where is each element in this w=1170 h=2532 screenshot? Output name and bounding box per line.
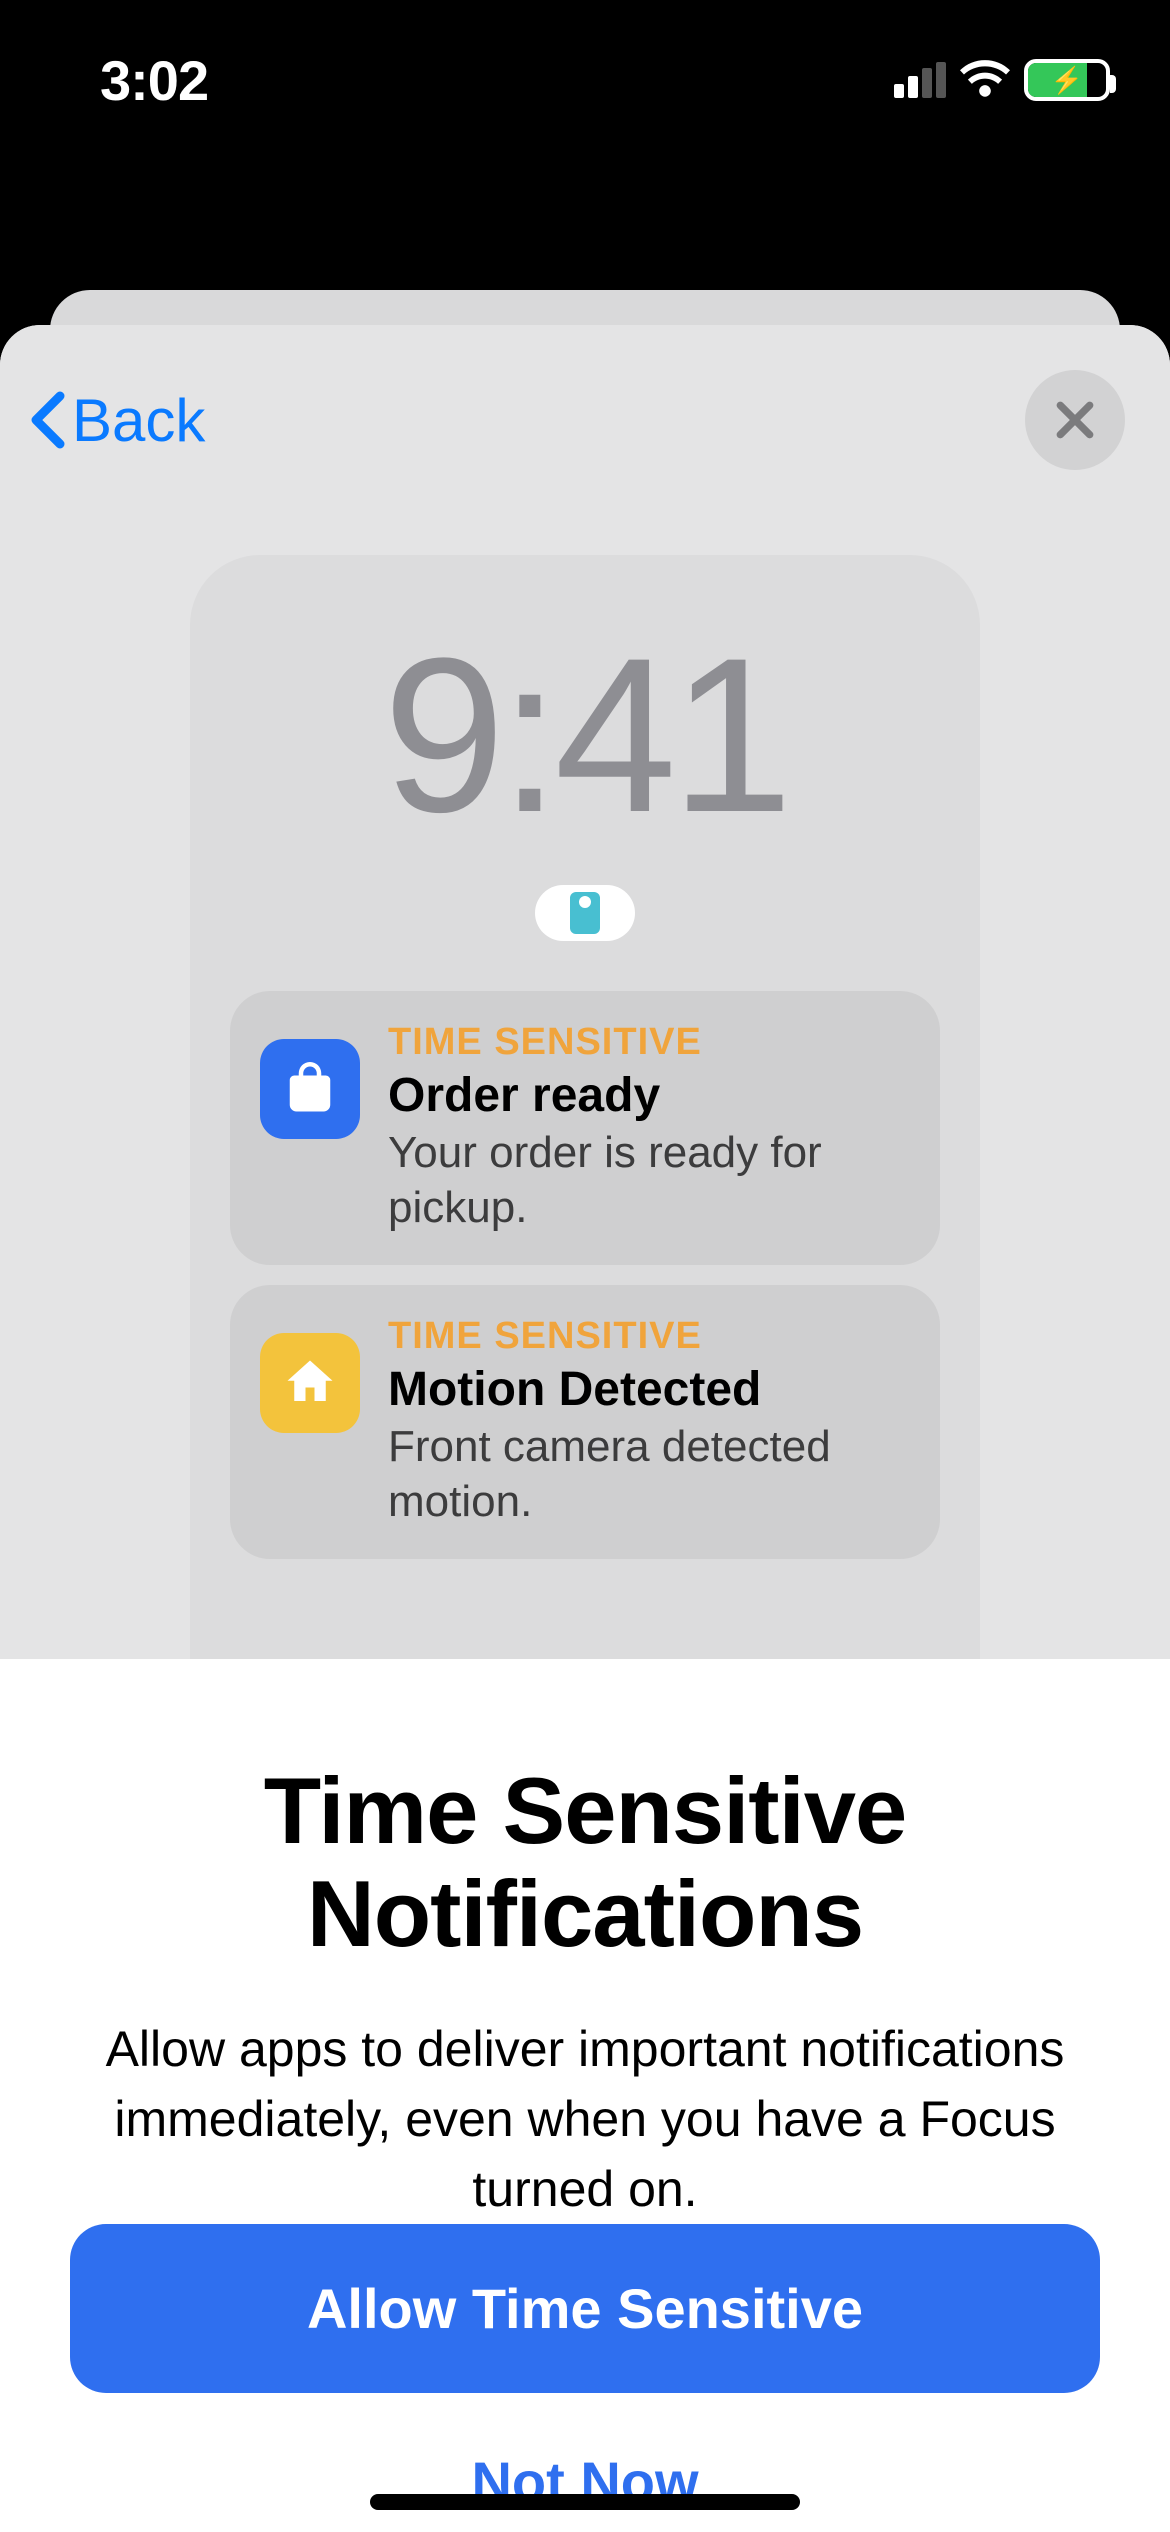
chevron-left-icon [30,390,66,450]
content-area: Time Sensitive Notifications Allow apps … [0,1659,1170,2532]
charging-icon: ⚡ [1051,65,1083,96]
back-button[interactable]: Back [30,386,205,455]
lockscreen-preview: 9:41 TIME SENSITIVE Order ready Your ord… [190,555,980,1659]
notif-body-1: Your order is ready for pickup. [388,1125,910,1235]
close-button[interactable] [1025,370,1125,470]
headline: Time Sensitive Notifications [70,1759,1100,1966]
status-indicators: ⚡ [894,58,1110,103]
cellular-icon [894,62,946,98]
focus-pill [535,885,635,941]
notif-title-1: Order ready [388,1068,910,1123]
modal-sheet: Back 9:41 TIME SENSITIVE Order ready You… [0,325,1170,2532]
notification-preview-1: TIME SENSITIVE Order ready Your order is… [230,991,940,1265]
close-icon [1054,399,1096,441]
battery-icon: ⚡ [1024,59,1110,101]
not-now-button[interactable]: Not Now [70,2429,1100,2532]
mock-time: 9:41 [230,625,940,845]
home-icon [260,1333,360,1433]
notif-tag-2: TIME SENSITIVE [388,1315,910,1358]
preview-area: Back 9:41 TIME SENSITIVE Order ready You… [0,325,1170,1659]
home-indicator[interactable] [370,2494,800,2510]
focus-pill-icon [570,892,600,934]
notif-title-2: Motion Detected [388,1362,910,1417]
description-text: Allow apps to deliver important notifica… [70,2014,1100,2224]
bag-icon [260,1039,360,1139]
notif-body-2: Front camera detected motion. [388,1419,910,1529]
allow-button[interactable]: Allow Time Sensitive [70,2224,1100,2393]
wifi-icon [960,58,1010,103]
nav-row: Back [0,325,1170,515]
status-time: 3:02 [100,48,208,113]
notification-preview-2: TIME SENSITIVE Motion Detected Front cam… [230,1285,940,1559]
status-bar: 3:02 ⚡ [0,0,1170,140]
notif-tag-1: TIME SENSITIVE [388,1021,910,1064]
back-label: Back [72,386,205,455]
